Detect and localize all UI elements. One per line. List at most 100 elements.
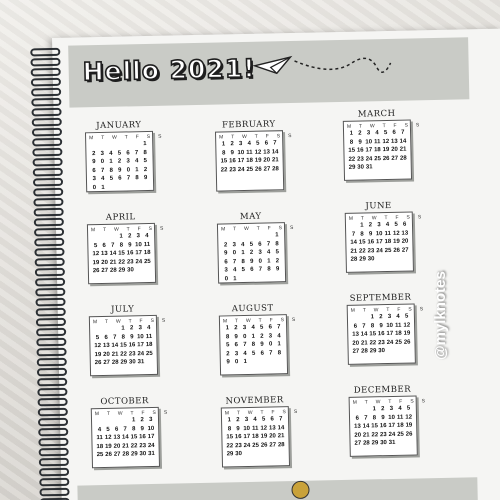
day-cell: 18 bbox=[251, 433, 259, 440]
day-cell: 17 bbox=[135, 250, 143, 257]
month-calendar: FEBRUARY M T W T F S S 1 2 3 4 5 6 7 8 9 10 11 12 13 14… bbox=[204, 119, 295, 192]
day-cell bbox=[100, 233, 109, 242]
day-cell: 13 bbox=[390, 138, 398, 145]
watermark: @mylknotes bbox=[432, 271, 449, 360]
month-calendar: JULY M T W T F S S 1 2 3 4 5 6 7 8 9 10 11 12 13 14 15 16… bbox=[78, 304, 169, 377]
day-cell: 3 bbox=[126, 158, 130, 165]
day-cell: 23 bbox=[378, 339, 385, 346]
month-box: M T W T F S S 1 2 3 4 5 6 7 8 9 10 11 12 13 14 15 16 17 18… bbox=[344, 211, 424, 273]
day-cell: 19 bbox=[403, 330, 411, 337]
day-cell: 21 bbox=[360, 339, 368, 347]
day-cell: 9 bbox=[358, 139, 362, 146]
day-cell: 14 bbox=[362, 423, 370, 430]
day-cell: 8 bbox=[251, 341, 256, 348]
day-cell: 11 bbox=[96, 435, 103, 442]
day-cell: 3 bbox=[244, 416, 249, 424]
day-cell: 3 bbox=[268, 332, 273, 340]
day-cell: 2 bbox=[381, 406, 385, 413]
spiral-ring bbox=[35, 307, 66, 317]
day-cell: 19 bbox=[94, 351, 102, 358]
month-name: MAY bbox=[239, 211, 262, 223]
day-cell: 2 bbox=[117, 158, 122, 165]
day-cell: 2 bbox=[275, 257, 280, 264]
day-cell: 7 bbox=[266, 240, 271, 248]
day-grid: 1234567890123456789012345678901 bbox=[223, 323, 284, 367]
day-cell: 22 bbox=[118, 259, 126, 266]
day-cell: 4 bbox=[398, 405, 402, 412]
day-cell: 3 bbox=[258, 249, 262, 256]
spiral-ring bbox=[34, 247, 65, 257]
day-cell: 5 bbox=[93, 242, 98, 249]
spiral-ring bbox=[32, 147, 63, 157]
day-cell: 18 bbox=[246, 157, 254, 164]
day-cell: 0 bbox=[258, 258, 263, 265]
day-cell: 19 bbox=[105, 443, 112, 450]
day-cell: 9 bbox=[143, 175, 148, 182]
day-cell: 24 bbox=[135, 258, 143, 265]
day-cell: 2 bbox=[358, 130, 362, 137]
day-cell bbox=[104, 417, 113, 426]
spiral-ring bbox=[30, 47, 61, 57]
day-cell: 29 bbox=[371, 440, 379, 447]
day-cell: 30 bbox=[357, 164, 365, 171]
spiral-ring bbox=[36, 357, 67, 367]
day-cell: 20 bbox=[269, 433, 276, 440]
day-cell: 10 bbox=[388, 414, 395, 421]
day-cell: 26 bbox=[254, 166, 262, 173]
month-calendar: OCTOBER M T W T F S S 1 2 3 4 5 6 7 8 9 10 11 12 13 14 1… bbox=[80, 396, 171, 469]
day-cell: 19 bbox=[393, 238, 400, 245]
day-cell: 6 bbox=[102, 242, 106, 249]
day-cell: 29 bbox=[130, 451, 138, 458]
photo-scene: Hello 2021! JANUARY M T W T F S S12345678… bbox=[0, 0, 500, 500]
month-calendar: AUGUST M T W T F S S123456789012345678901… bbox=[208, 303, 299, 376]
day-grid: 1 2 3 4 5 6 7 8 9 10 11 12 13 14 15 16 17 18 19 20 21 22 23 24 2… bbox=[351, 313, 412, 357]
day-cell: 6 bbox=[258, 241, 262, 248]
day-cell: 23 bbox=[235, 442, 242, 449]
day-cell: 21 bbox=[362, 431, 370, 439]
spiral-ring bbox=[37, 387, 68, 397]
spiral-ring bbox=[37, 377, 68, 387]
day-cell: 6 bbox=[234, 342, 239, 349]
day-cell: 25 bbox=[397, 431, 404, 438]
day-cell: 26 bbox=[260, 442, 268, 449]
spiral-ring bbox=[32, 167, 63, 177]
day-cell: 26 bbox=[393, 247, 401, 254]
day-cell: 19 bbox=[382, 146, 390, 154]
day-cell: 18 bbox=[394, 330, 402, 337]
day-cell: 16 bbox=[128, 342, 136, 349]
day-cell: 2 bbox=[143, 166, 148, 173]
day-cell: 18 bbox=[145, 341, 153, 349]
day-cell: 6 bbox=[260, 350, 264, 357]
day-cell: 2 bbox=[379, 314, 383, 321]
day-cell: 22 bbox=[371, 431, 379, 438]
day-cell: 20 bbox=[401, 238, 409, 245]
day-cell: 23 bbox=[139, 442, 147, 449]
day-cell: 0 bbox=[234, 359, 239, 366]
day-cell: 11 bbox=[384, 230, 391, 237]
day-cell: 15 bbox=[120, 342, 127, 349]
day-cell: 7 bbox=[279, 416, 283, 423]
day-cell: 17 bbox=[137, 342, 144, 349]
day-cell bbox=[112, 417, 121, 426]
day-cell: 28 bbox=[277, 441, 285, 448]
spiral-ring bbox=[30, 57, 61, 67]
day-cell: 3 bbox=[232, 241, 236, 248]
day-cell: 7 bbox=[232, 258, 237, 265]
month-box: M T W T F S S 1 2 3 4 5 6 7 8 9 10 11 12 13 14 15 16 17 18… bbox=[86, 222, 167, 285]
day-cell: 4 bbox=[109, 150, 113, 157]
day-cell: 0 bbox=[92, 184, 97, 191]
day-cell: 29 bbox=[118, 267, 126, 274]
day-cell: 3 bbox=[100, 150, 105, 157]
day-cell: 17 bbox=[386, 330, 394, 338]
day-cell: 16 bbox=[126, 250, 134, 257]
day-cell: 5 bbox=[404, 313, 409, 320]
spiral-ring bbox=[37, 407, 68, 417]
year-calendar-grid: JANUARY M T W T F S S12345678901234567890… bbox=[74, 109, 482, 500]
day-cell: 25 bbox=[252, 442, 259, 449]
day-cell: 14 bbox=[271, 148, 279, 155]
day-cell: 5 bbox=[406, 405, 411, 412]
day-cell: 9 bbox=[118, 167, 122, 174]
day-cell: 30 bbox=[127, 267, 134, 274]
day-grid: 1234567890123456789012345678901 bbox=[221, 231, 282, 283]
day-cell: 1 bbox=[143, 141, 147, 148]
